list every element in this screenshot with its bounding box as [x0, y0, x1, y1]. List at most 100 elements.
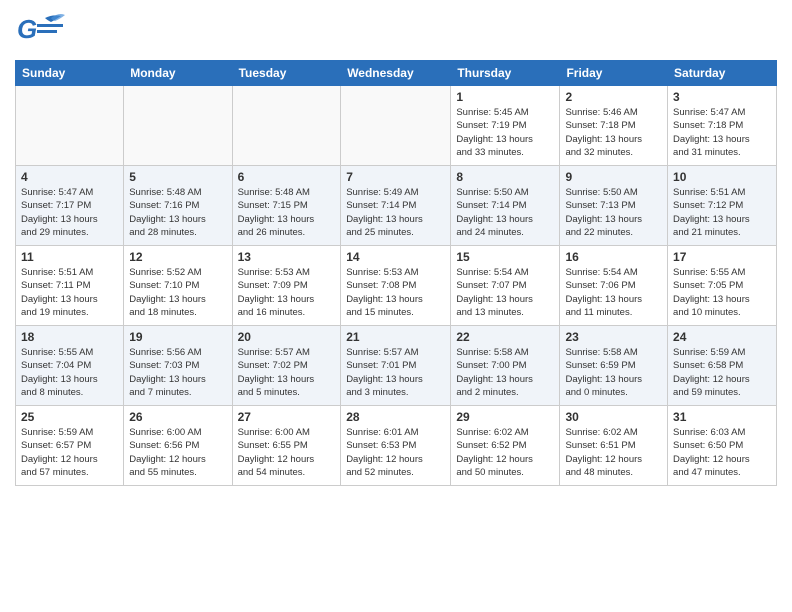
weekday-header-saturday: Saturday [668, 61, 777, 86]
calendar-week-5: 25Sunrise: 5:59 AM Sunset: 6:57 PM Dayli… [16, 406, 777, 486]
day-info: Sunrise: 5:59 AM Sunset: 6:58 PM Dayligh… [673, 346, 771, 399]
calendar-cell: 10Sunrise: 5:51 AM Sunset: 7:12 PM Dayli… [668, 166, 777, 246]
weekday-header-sunday: Sunday [16, 61, 124, 86]
day-info: Sunrise: 6:02 AM Sunset: 6:52 PM Dayligh… [456, 426, 554, 479]
page-container: G SundayMondayTuesdayWednesdayThursdayFr… [0, 0, 792, 496]
day-number: 9 [565, 170, 662, 184]
calendar-cell: 3 Sunrise: 5:47 AM Sunset: 7:18 PM Daylig… [668, 86, 777, 166]
calendar-cell: 29 Sunrise: 6:02 AM Sunset: 6:52 PM Dayli… [451, 406, 560, 486]
day-number: 8 [456, 170, 554, 184]
day-info: Sunrise: 5:55 AM Sunset: 7:05 PM Dayligh… [673, 266, 771, 319]
weekday-header-wednesday: Wednesday [341, 61, 451, 86]
day-info: Sunrise: 5:54 AM Sunset: 7:06 PM Dayligh… [565, 266, 662, 319]
calendar-week-4: 18Sunrise: 5:55 AM Sunset: 7:04 PM Dayli… [16, 326, 777, 406]
day-info: Sunrise: 5:50 AM Sunset: 7:14 PM Dayligh… [456, 186, 554, 239]
header: G [15, 10, 777, 52]
day-number: 2 [565, 90, 662, 104]
calendar-table: SundayMondayTuesdayWednesdayThursdayFrid… [15, 60, 777, 486]
day-info: Sunrise: 6:00 AM Sunset: 6:56 PM Dayligh… [129, 426, 226, 479]
calendar-cell: 15Sunrise: 5:54 AM Sunset: 7:07 PM Dayli… [451, 246, 560, 326]
logo-icon: G [15, 10, 65, 52]
calendar-cell: 17 Sunrise: 5:55 AM Sunset: 7:05 PM Dayli… [668, 246, 777, 326]
day-info: Sunrise: 5:59 AM Sunset: 6:57 PM Dayligh… [21, 426, 118, 479]
calendar-cell: 27 Sunrise: 6:00 AM Sunset: 6:55 PM Dayli… [232, 406, 341, 486]
day-info: Sunrise: 6:02 AM Sunset: 6:51 PM Dayligh… [565, 426, 662, 479]
calendar-cell: 14 Sunrise: 5:53 AM Sunset: 7:08 PM Dayli… [341, 246, 451, 326]
calendar-cell: 22Sunrise: 5:58 AM Sunset: 7:00 PM Dayli… [451, 326, 560, 406]
day-number: 17 [673, 250, 771, 264]
weekday-header-thursday: Thursday [451, 61, 560, 86]
calendar-cell: 8 Sunrise: 5:50 AM Sunset: 7:14 PM Daylig… [451, 166, 560, 246]
day-number: 24 [673, 330, 771, 344]
calendar-cell: 19Sunrise: 5:56 AM Sunset: 7:03 PM Dayli… [124, 326, 232, 406]
day-info: Sunrise: 5:57 AM Sunset: 7:02 PM Dayligh… [238, 346, 336, 399]
day-info: Sunrise: 5:52 AM Sunset: 7:10 PM Dayligh… [129, 266, 226, 319]
calendar-cell: 4Sunrise: 5:47 AM Sunset: 7:17 PM Daylig… [16, 166, 124, 246]
calendar-cell: 23 Sunrise: 5:58 AM Sunset: 6:59 PM Dayli… [560, 326, 668, 406]
day-number: 13 [238, 250, 336, 264]
day-info: Sunrise: 5:58 AM Sunset: 6:59 PM Dayligh… [565, 346, 662, 399]
day-info: Sunrise: 5:57 AM Sunset: 7:01 PM Dayligh… [346, 346, 445, 399]
day-number: 26 [129, 410, 226, 424]
day-info: Sunrise: 5:47 AM Sunset: 7:18 PM Dayligh… [673, 106, 771, 159]
calendar-cell: 2 Sunrise: 5:46 AM Sunset: 7:18 PM Daylig… [560, 86, 668, 166]
day-info: Sunrise: 5:53 AM Sunset: 7:09 PM Dayligh… [238, 266, 336, 319]
day-number: 28 [346, 410, 445, 424]
day-info: Sunrise: 5:53 AM Sunset: 7:08 PM Dayligh… [346, 266, 445, 319]
day-info: Sunrise: 6:00 AM Sunset: 6:55 PM Dayligh… [238, 426, 336, 479]
calendar-cell [16, 86, 124, 166]
calendar-cell: 1 Sunrise: 5:45 AM Sunset: 7:19 PM Daylig… [451, 86, 560, 166]
day-number: 11 [21, 250, 118, 264]
day-info: Sunrise: 5:46 AM Sunset: 7:18 PM Dayligh… [565, 106, 662, 159]
day-number: 12 [129, 250, 226, 264]
day-number: 22 [456, 330, 554, 344]
day-info: Sunrise: 5:47 AM Sunset: 7:17 PM Dayligh… [21, 186, 118, 239]
calendar-cell [341, 86, 451, 166]
calendar-cell: 11Sunrise: 5:51 AM Sunset: 7:11 PM Dayli… [16, 246, 124, 326]
weekday-header-friday: Friday [560, 61, 668, 86]
calendar-cell: 13 Sunrise: 5:53 AM Sunset: 7:09 PM Dayli… [232, 246, 341, 326]
day-number: 30 [565, 410, 662, 424]
calendar-cell: 7 Sunrise: 5:49 AM Sunset: 7:14 PM Daylig… [341, 166, 451, 246]
calendar-cell: 16Sunrise: 5:54 AM Sunset: 7:06 PM Dayli… [560, 246, 668, 326]
calendar-cell: 24 Sunrise: 5:59 AM Sunset: 6:58 PM Dayli… [668, 326, 777, 406]
day-number: 1 [456, 90, 554, 104]
day-info: Sunrise: 5:49 AM Sunset: 7:14 PM Dayligh… [346, 186, 445, 239]
day-info: Sunrise: 5:48 AM Sunset: 7:15 PM Dayligh… [238, 186, 336, 239]
weekday-header-monday: Monday [124, 61, 232, 86]
calendar-cell: 31Sunrise: 6:03 AM Sunset: 6:50 PM Dayli… [668, 406, 777, 486]
day-number: 18 [21, 330, 118, 344]
day-info: Sunrise: 5:56 AM Sunset: 7:03 PM Dayligh… [129, 346, 226, 399]
day-number: 6 [238, 170, 336, 184]
calendar-cell: 5Sunrise: 5:48 AM Sunset: 7:16 PM Daylig… [124, 166, 232, 246]
calendar-cell [232, 86, 341, 166]
weekday-header-row: SundayMondayTuesdayWednesdayThursdayFrid… [16, 61, 777, 86]
day-number: 3 [673, 90, 771, 104]
day-number: 14 [346, 250, 445, 264]
day-info: Sunrise: 5:50 AM Sunset: 7:13 PM Dayligh… [565, 186, 662, 239]
calendar-cell [124, 86, 232, 166]
day-info: Sunrise: 6:01 AM Sunset: 6:53 PM Dayligh… [346, 426, 445, 479]
day-number: 20 [238, 330, 336, 344]
day-number: 5 [129, 170, 226, 184]
calendar-cell: 20 Sunrise: 5:57 AM Sunset: 7:02 PM Dayli… [232, 326, 341, 406]
day-info: Sunrise: 5:54 AM Sunset: 7:07 PM Dayligh… [456, 266, 554, 319]
calendar-cell: 26 Sunrise: 6:00 AM Sunset: 6:56 PM Dayli… [124, 406, 232, 486]
calendar-cell: 28 Sunrise: 6:01 AM Sunset: 6:53 PM Dayli… [341, 406, 451, 486]
day-number: 23 [565, 330, 662, 344]
calendar-cell: 6 Sunrise: 5:48 AM Sunset: 7:15 PM Daylig… [232, 166, 341, 246]
calendar-cell: 18Sunrise: 5:55 AM Sunset: 7:04 PM Dayli… [16, 326, 124, 406]
calendar-cell: 12 Sunrise: 5:52 AM Sunset: 7:10 PM Dayli… [124, 246, 232, 326]
day-number: 29 [456, 410, 554, 424]
calendar-cell: 9 Sunrise: 5:50 AM Sunset: 7:13 PM Daylig… [560, 166, 668, 246]
calendar-week-2: 4Sunrise: 5:47 AM Sunset: 7:17 PM Daylig… [16, 166, 777, 246]
day-number: 7 [346, 170, 445, 184]
day-info: Sunrise: 5:45 AM Sunset: 7:19 PM Dayligh… [456, 106, 554, 159]
day-info: Sunrise: 5:51 AM Sunset: 7:12 PM Dayligh… [673, 186, 771, 239]
calendar-cell: 25Sunrise: 5:59 AM Sunset: 6:57 PM Dayli… [16, 406, 124, 486]
svg-text:G: G [17, 14, 37, 44]
logo: G [15, 10, 65, 52]
day-number: 27 [238, 410, 336, 424]
calendar-week-3: 11Sunrise: 5:51 AM Sunset: 7:11 PM Dayli… [16, 246, 777, 326]
calendar-cell: 21Sunrise: 5:57 AM Sunset: 7:01 PM Dayli… [341, 326, 451, 406]
